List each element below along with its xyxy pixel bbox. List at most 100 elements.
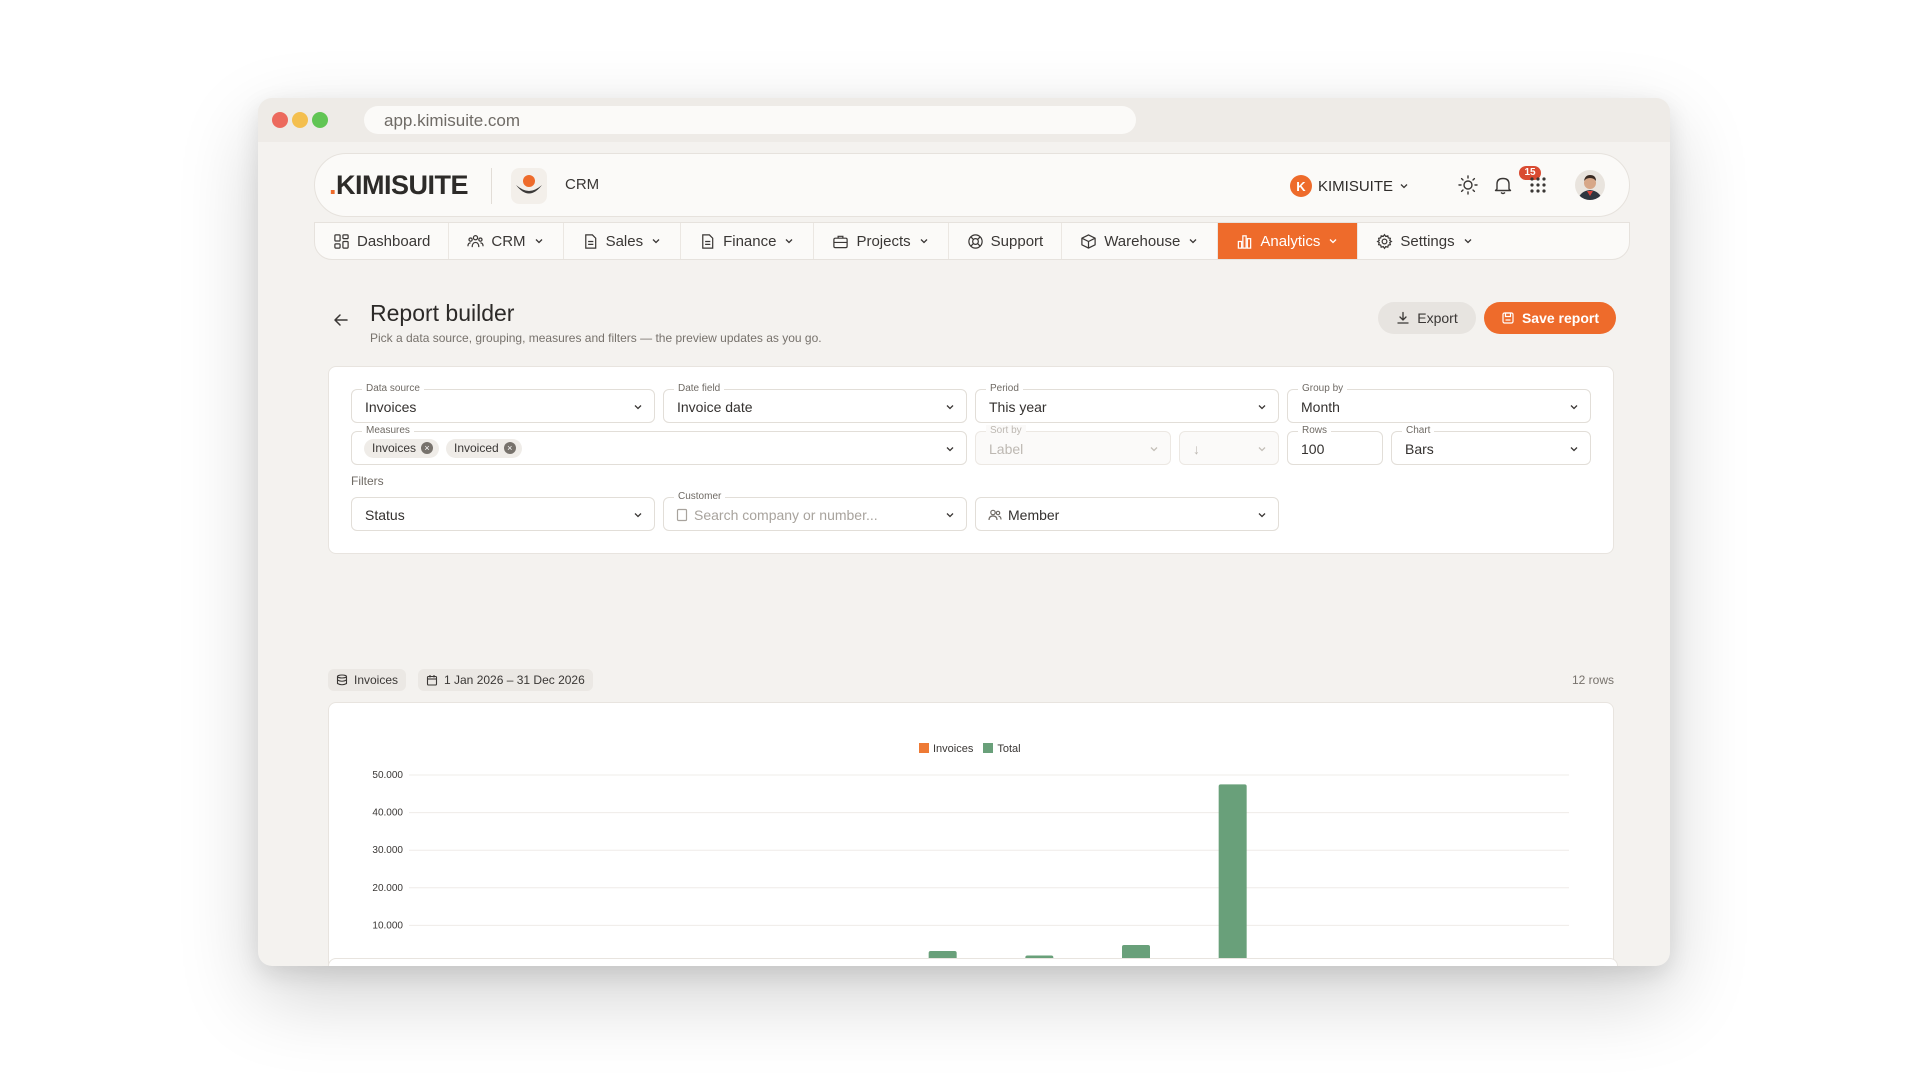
crm-app-icon[interactable] — [511, 168, 547, 204]
export-button[interactable]: Export — [1378, 302, 1476, 334]
address-bar[interactable]: app.kimisuite.com — [364, 106, 1136, 134]
chevron-down-icon — [946, 447, 954, 452]
apps-grid-icon[interactable] — [1527, 174, 1549, 196]
field-label: Group by — [1298, 383, 1348, 395]
y-tick-label: 40.000 — [372, 808, 403, 819]
bar-total — [1218, 784, 1247, 963]
logo-dot: . — [329, 170, 337, 200]
nav-analytics[interactable]: Analytics — [1218, 223, 1359, 259]
date-range-label: 1 Jan 2026 – 31 Dec 2026 — [444, 673, 585, 687]
field-value: This year — [989, 399, 1047, 415]
user-avatar[interactable] — [1575, 170, 1605, 200]
chevron-down-icon — [920, 239, 928, 244]
people-icon — [467, 234, 485, 247]
measures-multiselect[interactable]: Measures Invoices × Invoiced × — [351, 425, 967, 465]
field-value: Status — [365, 507, 405, 523]
field-value: Member — [1008, 507, 1060, 523]
chevron-down-icon — [1570, 447, 1578, 452]
chevron-down-icon — [1464, 239, 1472, 244]
customer-search-input[interactable]: Customer Search company or number... — [663, 491, 967, 531]
y-tick-label: 20.000 — [372, 883, 403, 894]
source-pill-label: Invoices — [354, 673, 399, 687]
chevron-down-icon — [1258, 447, 1266, 452]
nav-warehouse[interactable]: Warehouse — [1062, 223, 1219, 259]
nav-label: Finance — [723, 232, 777, 250]
field-value: Month — [1301, 399, 1340, 415]
save-report-button[interactable]: Save report — [1484, 302, 1616, 334]
status-filter-select[interactable]: Status — [351, 497, 655, 531]
rows-input[interactable]: Rows 100 — [1287, 425, 1383, 465]
remove-chip-icon[interactable]: × — [503, 442, 516, 454]
chevron-down-icon — [786, 239, 793, 244]
minimize-window-button[interactable] — [292, 112, 308, 128]
field-label: Measures — [362, 425, 414, 437]
chevron-down-icon — [535, 239, 543, 244]
bell-icon[interactable] — [1492, 174, 1514, 196]
measure-chip[interactable]: Invoiced × — [446, 439, 522, 458]
sort-by-select[interactable]: Sort by Label — [975, 425, 1171, 465]
y-tick-label: 10.000 — [372, 920, 403, 931]
close-window-button[interactable] — [272, 112, 288, 128]
rows-count: 12 rows — [1571, 673, 1614, 687]
bar-chart: 010.00020.00030.00040.00050.000JanFebMar… — [372, 770, 1569, 966]
chevron-down-icon — [1570, 405, 1578, 410]
chevron-down-icon — [1258, 405, 1266, 410]
date-field-select[interactable]: Date field Invoice date — [663, 383, 967, 423]
back-arrow-icon[interactable] — [332, 311, 350, 329]
kimisuite-logo[interactable]: .KIMISUITE — [329, 170, 469, 201]
maximize-window-button[interactable] — [312, 112, 328, 128]
chip-label: Invoices — [372, 441, 417, 455]
calendar-icon — [426, 675, 438, 686]
field-value: Bars — [1405, 441, 1434, 457]
org-switcher[interactable]: K KIMISUITE — [1290, 172, 1409, 200]
nav-label: Warehouse — [1104, 232, 1181, 250]
nav-settings[interactable]: Settings — [1358, 223, 1491, 259]
nav-support[interactable]: Support — [949, 223, 1063, 259]
nav-crm[interactable]: CRM — [449, 223, 564, 259]
database-icon — [336, 674, 348, 686]
nav-finance[interactable]: Finance — [681, 223, 815, 259]
org-name: KIMISUITE — [1318, 177, 1394, 195]
period-select[interactable]: Period This year — [975, 383, 1279, 423]
chevron-down-icon — [1258, 513, 1266, 518]
field-value: ↓ — [1193, 441, 1200, 457]
field-placeholder: Search company or number... — [694, 507, 878, 523]
group-by-select[interactable]: Group by Month — [1287, 383, 1591, 423]
nav-sales[interactable]: Sales — [564, 223, 682, 259]
nav-projects[interactable]: Projects — [814, 223, 949, 259]
sort-direction-select[interactable]: ↓ — [1179, 431, 1279, 465]
member-filter-select[interactable]: Member — [975, 497, 1279, 531]
chevron-down-icon — [1189, 239, 1197, 244]
chevron-down-icon — [652, 239, 660, 244]
browser-titlebar: app.kimisuite.com — [258, 98, 1670, 142]
field-label: Data source — [362, 383, 424, 395]
export-label: Export — [1417, 310, 1458, 326]
field-value: Label — [989, 441, 1024, 457]
document-icon — [584, 233, 596, 249]
dashboard-icon — [334, 233, 349, 249]
chevron-down-icon — [1150, 447, 1158, 452]
browser-window: app.kimisuite.com .KIMISUITE CRM K KIMIS… — [258, 98, 1670, 966]
app-header: .KIMISUITE CRM K KIMISUITE 15 — [314, 153, 1630, 217]
field-value: 100 — [1301, 441, 1325, 457]
gear-icon — [1376, 233, 1393, 249]
data-source-select[interactable]: Data source Invoices — [351, 383, 655, 423]
download-icon — [1397, 311, 1409, 324]
briefcase-icon — [833, 235, 849, 248]
nav-label: Analytics — [1260, 232, 1321, 250]
remove-chip-icon[interactable]: × — [421, 442, 434, 454]
nav-dashboard[interactable]: Dashboard — [315, 223, 450, 259]
nav-label: Sales — [605, 232, 644, 250]
nav-label: Settings — [1400, 232, 1455, 250]
chart-icon — [1238, 234, 1252, 249]
measure-chip[interactable]: Invoices × — [364, 439, 440, 458]
save-label: Save report — [1521, 310, 1600, 326]
chart-type-select[interactable]: Chart Bars — [1391, 425, 1591, 465]
chip-label: Invoiced — [454, 441, 499, 455]
builder-card: Data source Invoices Date field Invoice … — [328, 366, 1614, 554]
field-value: Invoices — [365, 399, 417, 415]
chevron-down-icon — [634, 405, 642, 410]
nav-label: Projects — [856, 232, 911, 250]
sun-icon[interactable] — [1457, 174, 1479, 196]
field-label: Customer — [674, 491, 726, 503]
